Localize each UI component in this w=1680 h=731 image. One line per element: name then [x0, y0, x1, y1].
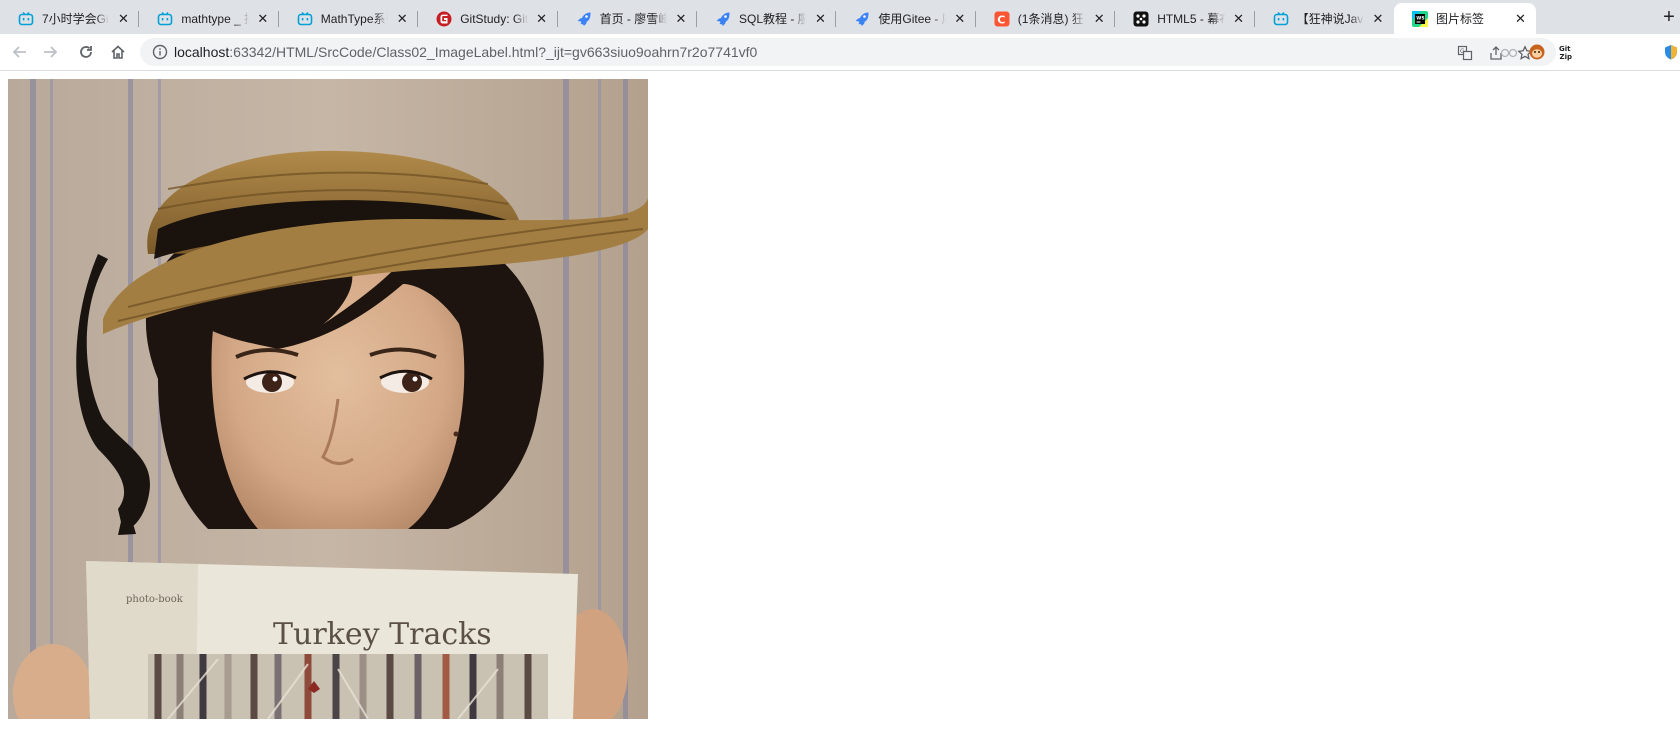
tab-title: (1条消息) 狂神说	[1017, 12, 1085, 26]
address-bar[interactable]: localhost:63342/HTML/SrcCode/Class02_Ima…	[140, 38, 1556, 66]
close-icon[interactable]: ✕	[812, 11, 828, 27]
svg-text:WS: WS	[1416, 15, 1424, 21]
csdn-icon: C	[994, 11, 1010, 27]
close-icon[interactable]: ✕	[673, 11, 689, 27]
tab[interactable]: HTML5 - 幕布 ✕	[1115, 3, 1255, 34]
gitzip-icon: Git Zip	[1559, 45, 1573, 61]
tab[interactable]: 使用Gitee - 廖雪 ✕	[836, 3, 976, 34]
extension-monkey-button[interactable]	[1528, 43, 1546, 61]
close-icon[interactable]: ✕	[1231, 11, 1247, 27]
url-host: localhost	[174, 44, 230, 60]
extension-glasses-button[interactable]	[1500, 43, 1518, 61]
rocket-icon	[576, 11, 592, 27]
browser-toolbar: localhost:63342/HTML/SrcCode/Class02_Ima…	[0, 34, 1680, 71]
extension-shield-button[interactable]	[1662, 43, 1680, 61]
portrait-photo: photo-book Turkey Tracks	[8, 79, 648, 719]
info-icon[interactable]	[152, 44, 168, 60]
forward-button[interactable]	[38, 40, 62, 64]
webstorm-icon: WS	[1412, 10, 1428, 27]
plus-icon: +	[1663, 5, 1675, 28]
tab[interactable]: SQL教程 - 廖雪 ✕	[697, 3, 837, 34]
close-icon[interactable]: ✕	[534, 11, 550, 27]
close-icon[interactable]: ✕	[255, 11, 271, 27]
shield-icon	[1665, 45, 1677, 60]
book-small-label: photo-book	[126, 594, 184, 605]
svg-text:Zip: Zip	[1560, 53, 1573, 61]
close-icon[interactable]: ✕	[394, 11, 410, 27]
glasses-icon	[1500, 48, 1518, 58]
reload-button[interactable]	[74, 40, 98, 64]
tab[interactable]: C (1条消息) 狂神说 ✕	[976, 3, 1116, 34]
tab[interactable]: mathtype _ 搜索 ✕	[139, 3, 279, 34]
tab-title: 使用Gitee - 廖雪	[878, 12, 945, 26]
page-content: photo-book Turkey Tracks	[0, 71, 1680, 731]
home-button[interactable]	[106, 40, 130, 64]
portrait-photo-drawing: photo-book Turkey Tracks	[8, 79, 648, 719]
tab[interactable]: MathType系列教 ✕	[279, 3, 419, 34]
close-icon[interactable]: ✕	[1512, 11, 1528, 27]
tab[interactable]: GitStudy: Git学 ✕	[418, 3, 558, 34]
rocket-icon	[715, 11, 731, 27]
monkey-icon	[1529, 44, 1545, 60]
tab-title: 【狂神说Java】	[1296, 12, 1364, 26]
bilibili-icon	[157, 11, 173, 27]
mubu-icon	[1133, 11, 1149, 27]
extension-gitzip-button[interactable]: Git Zip	[1557, 43, 1575, 61]
tab-title: HTML5 - 幕布	[1157, 12, 1225, 26]
bilibili-icon	[1273, 11, 1289, 27]
close-icon[interactable]: ✕	[952, 11, 968, 27]
url-text[interactable]: localhost:63342/HTML/SrcCode/Class02_Ima…	[174, 44, 757, 60]
arrow-left-icon	[12, 46, 26, 58]
tab-title: MathType系列教	[320, 12, 388, 26]
svg-text:C: C	[997, 13, 1005, 26]
back-button[interactable]	[8, 40, 32, 64]
tab-title: SQL教程 - 廖雪	[739, 12, 807, 26]
tab[interactable]: 首页 - 廖雪峰的 ✕	[558, 3, 697, 34]
bilibili-icon	[18, 11, 34, 27]
svg-text:G: G	[1460, 48, 1465, 55]
tab-title: GitStudy: Git学	[460, 12, 528, 26]
home-icon	[111, 45, 125, 59]
tab-title: 7小时学会Git 基	[42, 12, 110, 26]
bilibili-icon	[297, 11, 313, 27]
tab-strip: 7小时学会Git 基✕mathtype _ 搜索✕MathType系列教✕Git…	[0, 0, 1680, 34]
tab[interactable]: 【狂神说Java】 ✕	[1255, 3, 1394, 34]
reload-icon	[80, 46, 92, 58]
tab[interactable]: 7小时学会Git 基 ✕	[0, 3, 140, 34]
book-title: Turkey Tracks	[273, 617, 492, 652]
arrow-right-icon	[44, 46, 58, 58]
close-icon[interactable]: ✕	[1370, 11, 1386, 27]
gitee-icon	[436, 11, 452, 27]
url-path: :63342/HTML/SrcCode/Class02_ImageLabel.h…	[229, 44, 758, 60]
translate-button[interactable]: G	[1456, 44, 1474, 62]
close-icon[interactable]: ✕	[115, 11, 131, 27]
tab-title: mathtype _ 搜索	[181, 12, 248, 26]
rocket-icon	[854, 11, 870, 27]
tab-active[interactable]: WS 图片标签 ✕	[1394, 3, 1537, 34]
svg-text:Git: Git	[1559, 45, 1571, 53]
new-tab-button[interactable]: +	[1658, 6, 1680, 28]
translate-icon: G	[1457, 45, 1473, 61]
close-icon[interactable]: ✕	[1091, 11, 1107, 27]
tab-title: 图片标签	[1436, 12, 1485, 26]
tab-title: 首页 - 廖雪峰的	[599, 12, 667, 26]
